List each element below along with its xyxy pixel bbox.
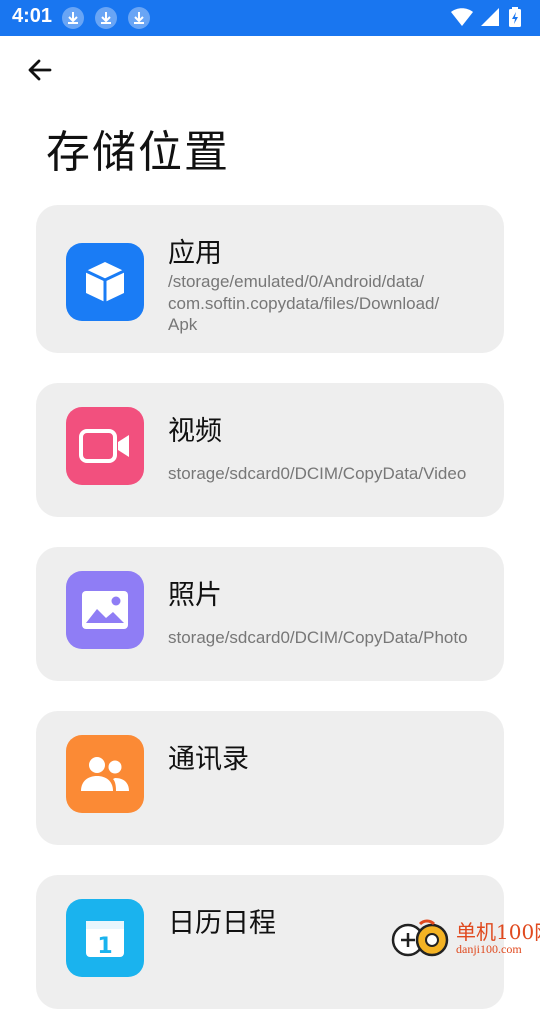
wifi-icon	[450, 6, 474, 32]
cube-icon	[66, 243, 144, 321]
location-title: 照片	[168, 580, 222, 611]
location-title: 日历日程	[168, 908, 276, 939]
location-card-apps[interactable]: 应用 /storage/emulated/0/Android/data/ com…	[36, 205, 504, 353]
watermark: 单机100网 danji100.com	[388, 912, 540, 960]
location-title: 视频	[168, 416, 222, 447]
status-time: 4:01	[12, 5, 53, 27]
video-camera-icon	[66, 407, 144, 485]
page-title: 存储位置	[46, 127, 230, 178]
location-title: 应用	[168, 238, 222, 269]
calendar-icon: 1	[66, 899, 144, 977]
location-card-contacts[interactable]: 通讯录	[36, 711, 504, 845]
location-path: storage/sdcard0/DCIM/CopyData/Photo	[168, 628, 468, 647]
svg-text:1: 1	[97, 934, 112, 959]
location-card-photo[interactable]: 照片 storage/sdcard0/DCIM/CopyData/Photo	[36, 547, 504, 681]
battery-charging-icon	[508, 6, 522, 32]
watermark-logo-icon	[391, 919, 449, 957]
signal-icon	[480, 6, 500, 32]
location-path: /storage/emulated/0/Android/data/ com.so…	[168, 272, 440, 334]
status-bar: 4:01	[0, 0, 540, 36]
location-title: 通讯录	[168, 744, 249, 775]
download-icon	[62, 7, 84, 29]
watermark-url: danji100.com	[456, 942, 522, 956]
watermark-name: 单机100网	[456, 920, 540, 944]
image-icon	[66, 571, 144, 649]
download-icon	[95, 7, 117, 29]
arrow-left-icon	[28, 59, 52, 81]
contacts-icon	[66, 735, 144, 813]
download-icon	[128, 7, 150, 29]
location-path: storage/sdcard0/DCIM/CopyData/Video	[168, 464, 467, 483]
back-button[interactable]	[20, 50, 60, 90]
location-card-video[interactable]: 视频 storage/sdcard0/DCIM/CopyData/Video	[36, 383, 504, 517]
